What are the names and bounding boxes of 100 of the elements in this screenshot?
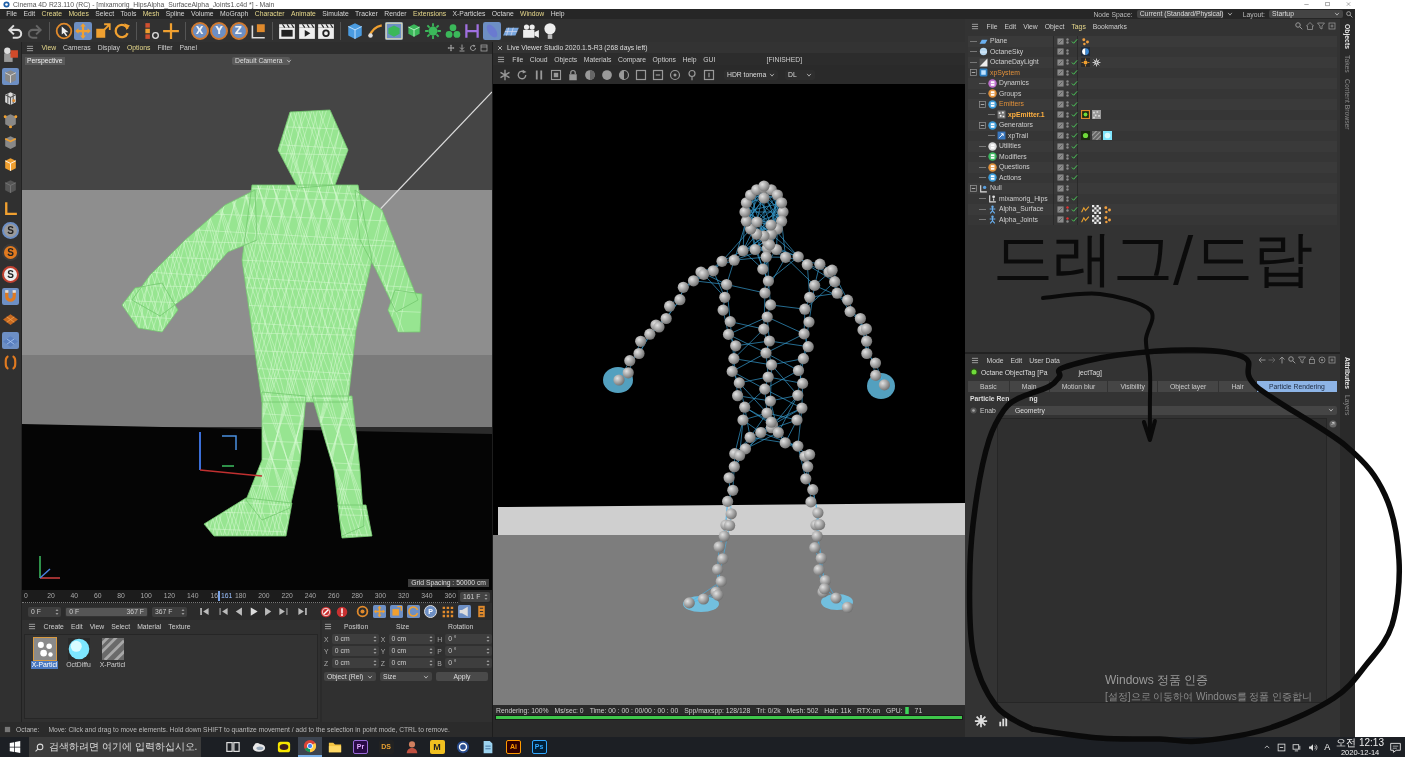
search-icon[interactable] — [1346, 10, 1353, 18]
scale-icon[interactable] — [93, 21, 112, 40]
step-back-icon[interactable] — [233, 606, 244, 617]
lock-icon[interactable] — [567, 68, 579, 81]
zigzag-tag-icon[interactable] — [1081, 204, 1090, 214]
ring-app-icon[interactable] — [455, 740, 470, 754]
magnet-icon[interactable] — [2, 288, 19, 305]
target-icon[interactable] — [669, 68, 681, 81]
layer-checkbox-icon[interactable] — [1057, 163, 1064, 171]
check-icon[interactable] — [1071, 195, 1078, 203]
solo-button[interactable]: S — [2, 266, 19, 283]
filter-icon[interactable] — [1298, 356, 1306, 364]
pause-icon[interactable] — [533, 68, 545, 81]
burst-icon[interactable] — [974, 714, 988, 728]
next-key-icon[interactable] — [278, 606, 289, 617]
rotate-icon[interactable] — [113, 21, 131, 40]
layer-checkbox-icon[interactable] — [1057, 195, 1064, 203]
three-spheres-icon[interactable] — [443, 21, 462, 40]
pen-icon[interactable] — [365, 21, 384, 40]
layer-checkbox-icon[interactable] — [1057, 184, 1064, 192]
layer-checkbox-icon[interactable] — [1057, 205, 1064, 213]
visibility-dots-icon[interactable] — [1066, 47, 1069, 56]
check-icon[interactable] — [1071, 69, 1078, 77]
visibility-dots-icon[interactable] — [1066, 215, 1069, 224]
search-icon[interactable] — [1288, 356, 1296, 364]
clapperboard-play-icon[interactable] — [297, 21, 316, 40]
layer-checkbox-icon[interactable] — [1057, 216, 1064, 224]
arrow-down-icon[interactable] — [458, 44, 466, 52]
menu-icon[interactable] — [324, 623, 332, 630]
search-icon[interactable] — [1295, 22, 1303, 30]
gear-tag-icon[interactable] — [1092, 57, 1101, 67]
layer-checkbox-icon[interactable] — [1057, 111, 1064, 119]
step-forward-icon[interactable] — [263, 606, 274, 617]
frame-icon[interactable] — [652, 68, 664, 81]
rotate-view-icon[interactable] — [469, 44, 477, 52]
collapse-icon[interactable] — [979, 100, 986, 108]
visibility-dots-icon[interactable] — [1066, 142, 1069, 151]
leaf-icon[interactable] — [482, 21, 501, 40]
spinner-icon[interactable] — [372, 647, 377, 655]
radio-icon[interactable] — [970, 406, 977, 414]
check-icon[interactable] — [1071, 132, 1078, 140]
check-icon[interactable] — [1071, 121, 1078, 129]
layer-checkbox-icon[interactable] — [1057, 69, 1064, 77]
menu-icon[interactable] — [971, 22, 979, 30]
input-method-indicator[interactable]: A — [1324, 742, 1331, 752]
slashed-circle-icon[interactable] — [320, 605, 332, 618]
spinner-icon[interactable] — [429, 659, 434, 667]
previous-key-icon[interactable] — [218, 606, 229, 617]
check-icon[interactable] — [1071, 79, 1078, 87]
home-icon[interactable] — [1306, 22, 1314, 30]
cloud-app-icon[interactable] — [251, 740, 266, 754]
h-shape-icon[interactable] — [463, 21, 481, 40]
selection-icon[interactable] — [54, 21, 73, 40]
material-preview-icon[interactable] — [67, 638, 90, 660]
solo-button[interactable]: S — [2, 244, 19, 261]
layer-checkbox-icon[interactable] — [1057, 58, 1064, 66]
check-icon[interactable] — [1071, 58, 1078, 66]
check-icon[interactable] — [1071, 90, 1078, 98]
new-window-icon[interactable] — [1328, 22, 1336, 30]
texture-tag-icon[interactable] — [1092, 110, 1101, 120]
material-swatch-tag-icon[interactable] — [1103, 131, 1112, 141]
layer-checkbox-icon[interactable] — [1057, 132, 1064, 140]
speaker-icon[interactable] — [1308, 742, 1319, 752]
pin-icon[interactable] — [686, 68, 698, 81]
spinner-icon[interactable] — [486, 647, 490, 655]
checker-cube-icon[interactable] — [2, 90, 19, 107]
layer-checkbox-icon[interactable] — [1057, 79, 1064, 87]
check-icon[interactable] — [1071, 205, 1078, 213]
lock-icon[interactable] — [1308, 356, 1316, 364]
check-icon[interactable] — [1071, 111, 1078, 119]
visibility-dots-icon[interactable] — [1066, 68, 1069, 77]
check-icon[interactable] — [1071, 174, 1078, 182]
visibility-dots-icon[interactable] — [1066, 173, 1069, 182]
spinner-icon[interactable] — [372, 635, 377, 643]
clapperboard-icon[interactable] — [278, 21, 296, 40]
solo-button[interactable]: S — [2, 222, 19, 239]
visibility-dots-icon[interactable] — [1066, 194, 1069, 203]
skip-to-end-icon[interactable] — [297, 606, 308, 617]
light-bulb-icon[interactable] — [541, 21, 559, 40]
collapse-icon[interactable] — [970, 184, 977, 192]
browser-icon[interactable] — [302, 739, 317, 753]
visibility-dots-icon[interactable] — [1066, 163, 1069, 172]
region-icon[interactable] — [550, 68, 562, 81]
half-circle-tag-icon[interactable] — [1081, 47, 1090, 57]
window-icon[interactable] — [1277, 742, 1287, 752]
round-button-icon[interactable] — [1329, 420, 1337, 428]
dots-tag-icon[interactable] — [1103, 215, 1112, 225]
framed-cube-icon[interactable] — [385, 21, 403, 40]
faded-cube-icon[interactable] — [2, 178, 19, 195]
spinner-icon[interactable] — [486, 659, 490, 667]
check-icon[interactable] — [1071, 153, 1078, 161]
spinner-icon[interactable] — [429, 635, 434, 643]
panel-icon[interactable] — [480, 44, 488, 52]
plus-icon[interactable] — [161, 21, 180, 40]
edges-cube-icon[interactable] — [2, 134, 19, 151]
asterisk-icon[interactable] — [499, 68, 511, 81]
menu-icon[interactable] — [971, 356, 979, 364]
spinner-icon[interactable] — [55, 607, 60, 616]
up-arrow-icon[interactable] — [1278, 356, 1286, 364]
monitor-icon[interactable] — [1292, 742, 1303, 752]
